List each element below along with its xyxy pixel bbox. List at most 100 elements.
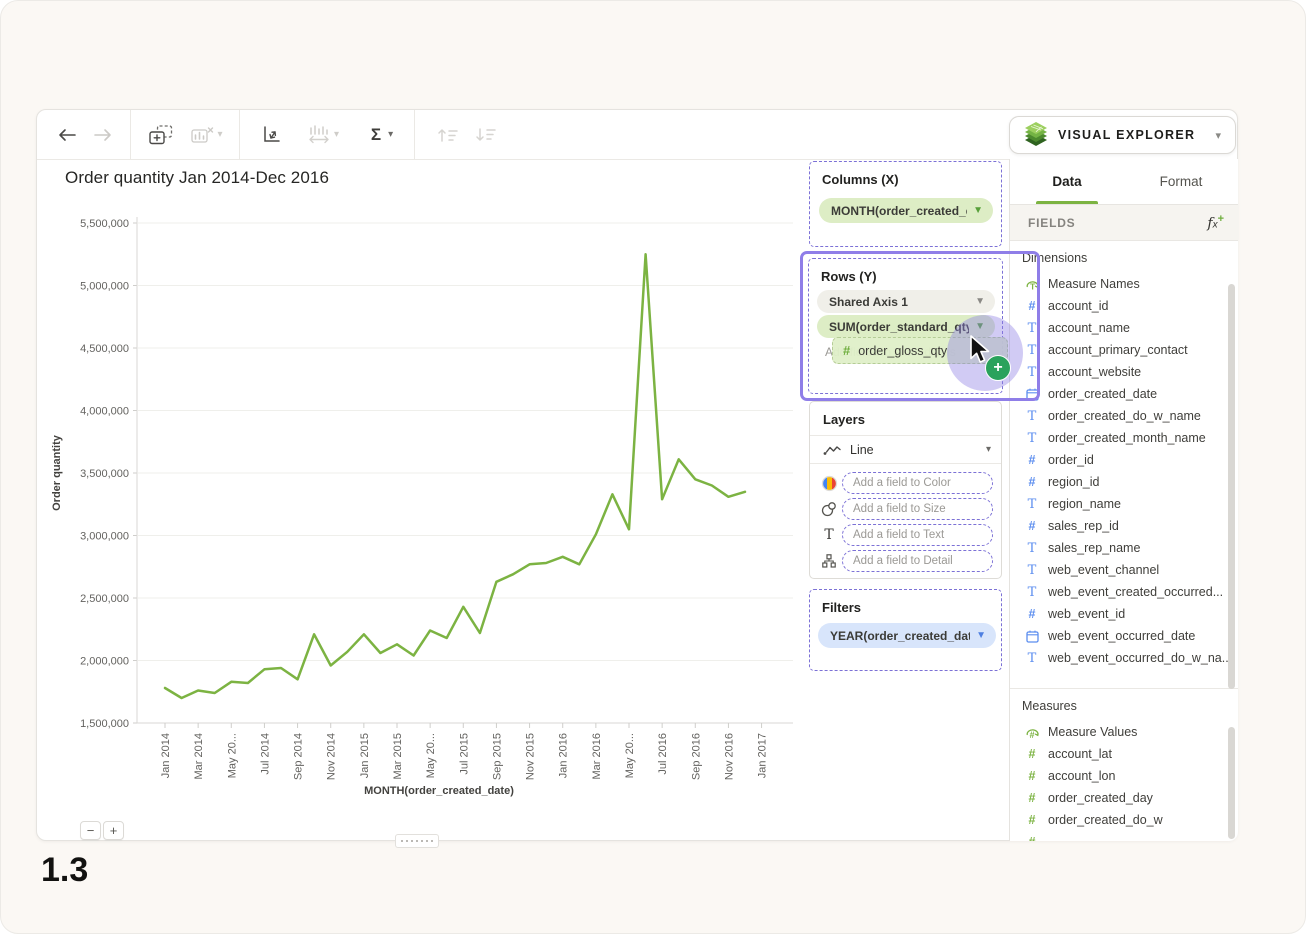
- field-item-web_event_id[interactable]: #web_event_id: [1010, 603, 1238, 625]
- field-item-order_created_month_name[interactable]: Torder_created_month_name: [1010, 427, 1238, 449]
- dragged-field-pill[interactable]: # order_gloss_qty: [832, 337, 1008, 364]
- field-item-sales_rep_name[interactable]: Tsales_rep_name: [1010, 537, 1238, 559]
- dimensions-scrollbar[interactable]: [1228, 284, 1235, 689]
- text-drop-target[interactable]: Add a field to Text: [842, 524, 993, 546]
- swap-axes-button[interactable]: [248, 110, 292, 160]
- fields-header-label: FIELDS: [1028, 216, 1207, 230]
- bin-width-button[interactable]: ▾: [298, 110, 348, 160]
- field-item-order_created_do_w[interactable]: #order_created_do_w: [1010, 809, 1238, 831]
- field-item[interactable]: #: [1010, 831, 1238, 841]
- svg-text:May 20...: May 20...: [624, 733, 636, 778]
- layer-drop-row: Add a field to Color: [810, 470, 1001, 496]
- shared-axis-pill[interactable]: Shared Axis 1 ▼: [817, 290, 995, 313]
- field-label: Measure Names: [1048, 277, 1140, 291]
- field-item-web_event_occurred_date[interactable]: web_event_occurred_date: [1010, 625, 1238, 647]
- hash-icon: #: [1024, 519, 1040, 533]
- columns-pill-label: MONTH(order_created_d...: [831, 204, 967, 218]
- field-item-account_lat[interactable]: #account_lat: [1010, 743, 1238, 765]
- size-drop-target[interactable]: Add a field to Size: [842, 498, 993, 520]
- layer-type-dropdown[interactable]: Line ▾: [810, 436, 1001, 464]
- field-item-measure-values[interactable]: #Measure Values: [1010, 721, 1238, 743]
- drop-target-label: Add a field to Size: [853, 503, 946, 515]
- field-item-account_id[interactable]: #account_id: [1010, 295, 1238, 317]
- svg-text:Nov 2016: Nov 2016: [723, 733, 735, 780]
- zoom-out-button[interactable]: −: [80, 821, 101, 840]
- field-item-account_primary_contact[interactable]: Taccount_primary_contact: [1010, 339, 1238, 361]
- chevron-down-icon: ▾: [986, 444, 991, 455]
- field-item-account_lon[interactable]: #account_lon: [1010, 765, 1238, 787]
- text-icon: T: [819, 527, 839, 543]
- back-button[interactable]: [49, 110, 85, 160]
- calendar-icon: [1024, 630, 1040, 643]
- remove-chart-button[interactable]: ▾: [185, 110, 229, 160]
- section-label-dimensions: Dimensions: [1022, 251, 1238, 265]
- text-field-icon: T: [1024, 409, 1040, 424]
- sort-ascending-button[interactable]: [429, 110, 467, 160]
- tab-data[interactable]: Data: [1010, 159, 1124, 204]
- svg-text:T: T: [1030, 281, 1036, 291]
- hash-icon: #: [1024, 299, 1040, 313]
- field-item-web_event_created_occurred-[interactable]: Tweb_event_created_occurred...: [1010, 581, 1238, 603]
- chart-plot[interactable]: 1,500,0002,000,0002,500,0003,000,0003,50…: [37, 161, 802, 842]
- add-calculated-field-button[interactable]: fx+: [1207, 213, 1224, 232]
- field-item-region_id[interactable]: #region_id: [1010, 471, 1238, 493]
- field-label: account_lat: [1048, 747, 1112, 761]
- dragged-field-label: order_gloss_qty: [858, 344, 947, 358]
- svg-text:Order quantity: Order quantity: [51, 434, 63, 511]
- field-item-web_event_occurred_do_w_na-[interactable]: Tweb_event_occurred_do_w_na...: [1010, 647, 1238, 669]
- text-field-icon: T: [1024, 365, 1040, 380]
- visual-explorer-menu[interactable]: VISUAL EXPLORER ▾: [1009, 116, 1236, 154]
- field-item-order_created_day[interactable]: #order_created_day: [1010, 787, 1238, 809]
- svg-text:4,500,000: 4,500,000: [80, 343, 129, 355]
- field-item-order_created_date[interactable]: order_created_date: [1010, 383, 1238, 405]
- measures-scrollbar[interactable]: [1228, 727, 1235, 839]
- step-label: 1.3: [41, 851, 88, 890]
- field-item-order_id[interactable]: #order_id: [1010, 449, 1238, 471]
- svg-text:4,000,000: 4,000,000: [80, 406, 129, 418]
- field-label: order_created_day: [1048, 791, 1153, 805]
- forward-arrow-icon: [93, 128, 113, 142]
- aggregate-button[interactable]: Σ ▾: [358, 110, 406, 160]
- sigma-icon: Σ: [371, 125, 381, 145]
- field-item-sales_rep_id[interactable]: #sales_rep_id: [1010, 515, 1238, 537]
- field-item-measure-names[interactable]: T Measure Names: [1010, 273, 1238, 295]
- forward-button[interactable]: [85, 110, 121, 160]
- svg-text:Sep 2014: Sep 2014: [293, 733, 305, 780]
- layers-panel: Layers Line ▾ Add a field to ColorAdd a …: [809, 401, 1002, 579]
- tab-format[interactable]: Format: [1124, 159, 1238, 204]
- svg-text:3,500,000: 3,500,000: [80, 468, 129, 480]
- field-label: Measure Values: [1048, 725, 1137, 739]
- field-item-web_event_channel[interactable]: Tweb_event_channel: [1010, 559, 1238, 581]
- layer-drop-row: Add a field to Size: [810, 496, 1001, 522]
- color-drop-target[interactable]: Add a field to Color: [842, 472, 993, 494]
- shared-axis-pill-label: Shared Axis 1: [829, 295, 969, 309]
- svg-text:Jan 2016: Jan 2016: [558, 733, 570, 778]
- columns-pill[interactable]: MONTH(order_created_d... ▼: [819, 198, 993, 223]
- field-label: web_event_id: [1048, 607, 1125, 621]
- field-label: sales_rep_name: [1048, 541, 1140, 555]
- layer-drop-row: TAdd a field to Text: [810, 522, 1001, 548]
- color-icon: [819, 475, 839, 492]
- toolbar-divider: [130, 110, 131, 160]
- zoom-in-button[interactable]: +: [103, 821, 124, 840]
- panel-resize-handle[interactable]: [395, 834, 439, 848]
- field-item-region_name[interactable]: Tregion_name: [1010, 493, 1238, 515]
- field-item-order_created_do_w_name[interactable]: Torder_created_do_w_name: [1010, 405, 1238, 427]
- field-label: account_website: [1048, 365, 1141, 379]
- detail-drop-target[interactable]: Add a field to Detail: [842, 550, 993, 572]
- bin-width-icon: [307, 125, 331, 144]
- chevron-down-icon: ▾: [1215, 129, 1221, 142]
- svg-text:3,000,000: 3,000,000: [80, 531, 129, 543]
- toolbar-divider: [239, 110, 240, 160]
- divider: [1010, 688, 1238, 689]
- field-item-account_name[interactable]: Taccount_name: [1010, 317, 1238, 339]
- field-item-account_website[interactable]: Taccount_website: [1010, 361, 1238, 383]
- filter-pill[interactable]: YEAR(order_created_date) ▼: [818, 623, 996, 648]
- sort-descending-button[interactable]: [467, 110, 505, 160]
- sort-ascending-icon: [437, 127, 459, 143]
- panel-tabs: Data Format: [1010, 159, 1238, 205]
- duplicate-chart-button[interactable]: [141, 110, 181, 160]
- sum-order-standard-qty-pill[interactable]: SUM(order_standard_qty) ▼: [817, 315, 995, 338]
- chevron-down-icon: ▾: [217, 129, 222, 140]
- field-label: region_id: [1048, 475, 1099, 489]
